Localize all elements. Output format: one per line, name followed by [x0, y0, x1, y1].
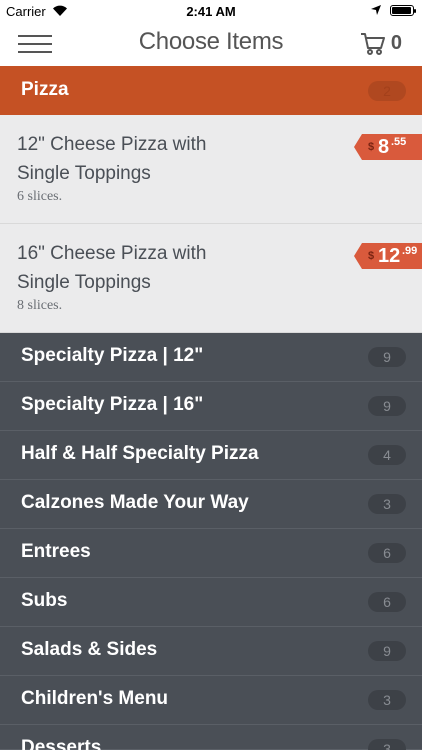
category-label: Desserts	[21, 737, 102, 750]
category-label: Specialty Pizza | 12"	[21, 345, 204, 366]
category-row[interactable]: Calzones Made Your Way 3	[0, 480, 422, 529]
count-badge: 9	[368, 396, 406, 416]
count-badge: 2	[368, 81, 406, 101]
price-cents: .99	[402, 245, 418, 257]
price-currency: $	[368, 250, 375, 262]
price-cents: .55	[391, 136, 407, 148]
category-row[interactable]: Children's Menu 3	[0, 676, 422, 725]
category-label: Entrees	[21, 541, 91, 562]
category-label: Subs	[21, 590, 68, 611]
item-name: 12" Cheese Pizza with Single Toppings	[17, 134, 207, 184]
item-name: 16" Cheese Pizza with Single Toppings	[17, 243, 207, 293]
category-row[interactable]: Entrees 6	[0, 529, 422, 578]
count-badge: 3	[368, 690, 406, 710]
menu-item[interactable]: 16" Cheese Pizza with Single Toppings 8 …	[0, 224, 422, 333]
category-row[interactable]: Half & Half Specialty Pizza 4	[0, 431, 422, 480]
item-description: 8 slices.	[17, 298, 63, 313]
status-bar: Carrier 2:41 AM	[0, 0, 422, 22]
nav-bar: Choose Items 0	[0, 22, 422, 66]
cart-count: 0	[390, 32, 402, 54]
category-row[interactable]: Specialty Pizza | 12" 9	[0, 333, 422, 382]
count-badge: 3	[368, 494, 406, 514]
page-title: Choose Items	[138, 28, 284, 55]
count-badge: 9	[368, 641, 406, 661]
menu-button[interactable]	[18, 32, 52, 56]
category-label: Children's Menu	[21, 688, 169, 709]
price-dollars: 12	[378, 245, 401, 267]
location-icon	[371, 5, 381, 15]
category-label: Salads & Sides	[21, 639, 158, 660]
hamburger-icon	[18, 35, 52, 37]
count-badge: 9	[368, 347, 406, 367]
category-row[interactable]: Salads & Sides 9	[0, 627, 422, 676]
battery-fill	[392, 7, 411, 14]
category-row[interactable]: Subs 6	[0, 578, 422, 627]
price-tag: $ 12 .99	[354, 243, 422, 269]
category-label: Calzones Made Your Way	[21, 492, 249, 513]
cart-icon	[361, 33, 385, 55]
price-currency: $	[368, 141, 375, 153]
category-row[interactable]: Specialty Pizza | 16" 9	[0, 382, 422, 431]
count-badge: 6	[368, 592, 406, 612]
category-row[interactable]: Desserts 3	[0, 725, 422, 750]
count-badge: 6	[368, 543, 406, 563]
price-dollars: 8	[378, 136, 390, 158]
category-title: Pizza	[21, 79, 69, 100]
count-badge: 3	[368, 739, 406, 750]
category-label: Specialty Pizza | 16"	[21, 394, 204, 415]
clock: 2:41 AM	[186, 4, 236, 19]
battery-icon	[390, 5, 416, 16]
item-description: 6 slices.	[17, 189, 63, 204]
cart-button[interactable]: 0	[360, 30, 402, 58]
count-badge: 4	[368, 445, 406, 465]
category-label: Half & Half Specialty Pizza	[21, 443, 259, 464]
menu-item[interactable]: 12" Cheese Pizza with Single Toppings 6 …	[0, 115, 422, 224]
price-tag: $ 8 .55	[354, 134, 422, 160]
category-header-pizza[interactable]: Pizza 2	[0, 66, 422, 115]
